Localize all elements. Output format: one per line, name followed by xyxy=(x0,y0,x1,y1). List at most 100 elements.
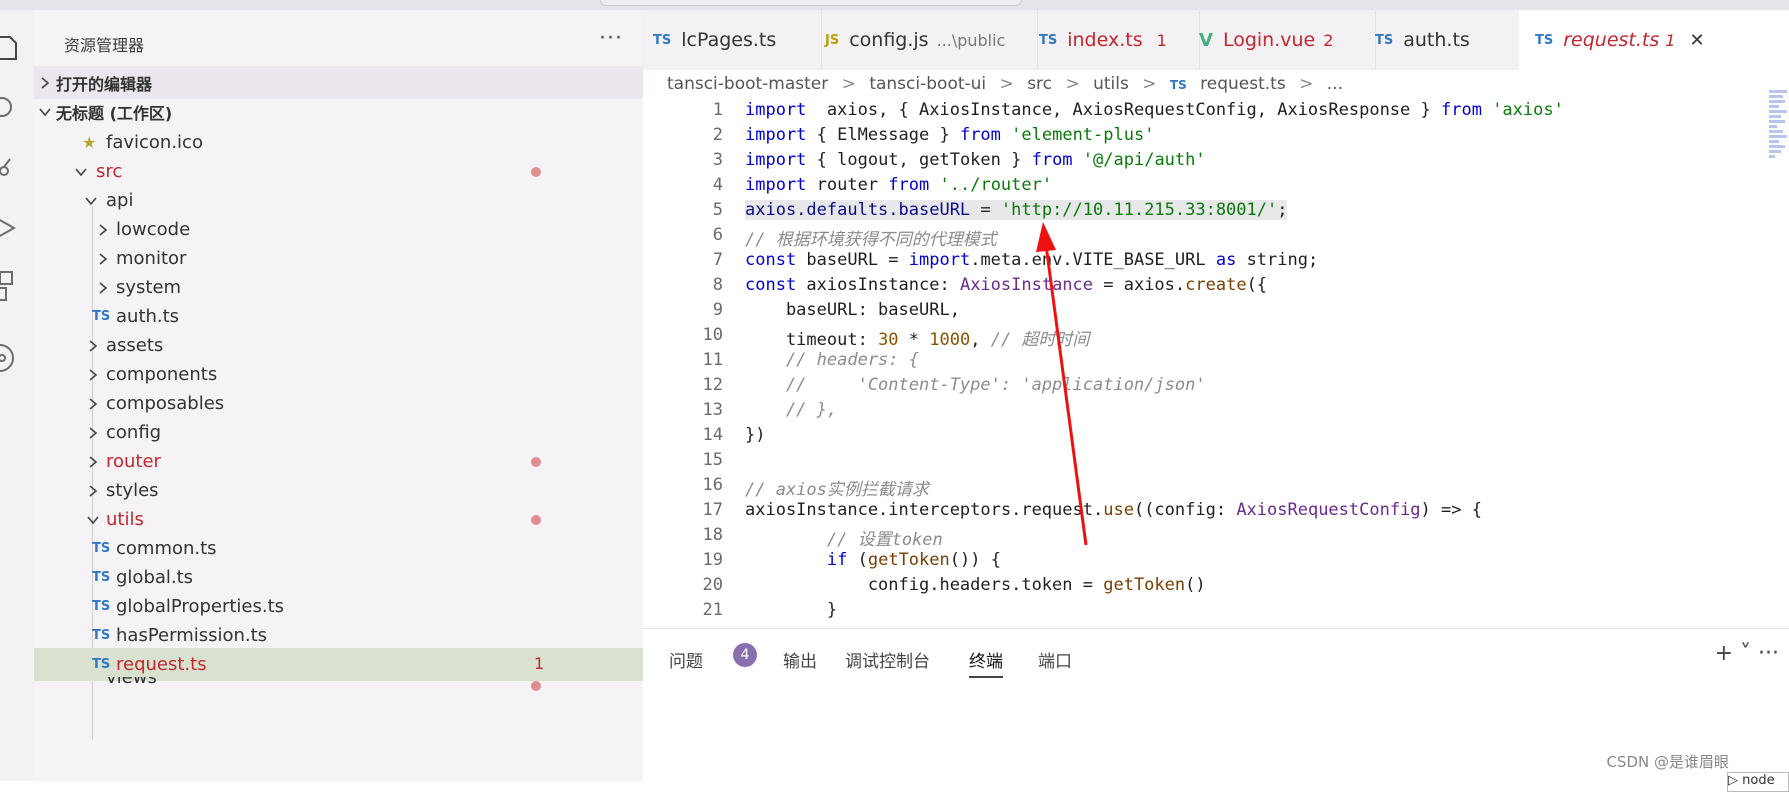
explorer-header: 资源管理器 ··· xyxy=(34,10,643,70)
code-line[interactable]: // 设置token xyxy=(745,525,943,550)
tree-item-views[interactable]: views xyxy=(34,677,643,691)
code-editor[interactable]: 1 2 3 4 5 6 7 8 9 10 11 12 13 14 15 16 1… xyxy=(643,100,1789,700)
tab-auth[interactable]: TS auth.ts xyxy=(1359,10,1536,70)
extensions-icon[interactable] xyxy=(0,270,34,306)
tree-item-label: views xyxy=(106,677,157,688)
code-line[interactable]: import axios, { AxiosInstance, AxiosRequ… xyxy=(745,100,1564,120)
code-line[interactable]: baseURL: baseURL, xyxy=(745,300,960,320)
tab-label: index.ts xyxy=(1067,29,1143,51)
tab-problem-count: 2 xyxy=(1323,30,1334,50)
chevron-right-icon xyxy=(89,427,98,439)
close-icon[interactable]: ✕ xyxy=(1689,30,1704,51)
code-line[interactable]: import { ElMessage } from 'element-plus' xyxy=(745,125,1154,145)
panel-actions[interactable]: + ˅ ··· xyxy=(1715,641,1779,666)
line-number: 6 xyxy=(712,225,723,245)
breadcrumb-item[interactable]: utils xyxy=(1093,74,1129,94)
code-line[interactable]: // }, xyxy=(745,400,837,420)
code-line[interactable]: // 根据环境获得不同的代理模式 xyxy=(745,225,997,250)
tree-item-label: monitor xyxy=(116,248,187,269)
code-line[interactable]: if (getToken()) { xyxy=(745,550,1001,570)
chevron-right-icon xyxy=(99,282,108,294)
tab-label: Login.vue xyxy=(1222,29,1316,51)
code-line[interactable]: timeout: 30 * 1000, // 超时时间 xyxy=(745,325,1089,350)
tab-config[interactable]: JS config.js ...\public xyxy=(811,10,1038,70)
tab-label: lcPages.ts xyxy=(681,29,777,51)
code-line[interactable]: import { logout, getToken } from '@/api/… xyxy=(745,150,1206,170)
code-line[interactable]: // headers: { xyxy=(745,350,919,370)
code-line[interactable]: import router from '../router' xyxy=(745,175,1052,195)
typescript-file-icon: TS xyxy=(92,541,111,556)
tab-debug-console[interactable]: 调试控制台 xyxy=(845,647,930,672)
open-editors-label: 打开的编辑器 xyxy=(56,74,153,94)
line-number: 21 xyxy=(702,600,723,620)
tab-lcpages[interactable]: TS lcPages.ts xyxy=(643,10,822,70)
problem-count: 1 xyxy=(534,654,545,673)
activity-bar xyxy=(0,10,35,781)
source-control-icon[interactable] xyxy=(0,150,34,186)
tab-request[interactable]: TS request.ts 1 ✕ xyxy=(1519,10,1789,70)
tree-item-label: globalProperties.ts xyxy=(116,596,285,617)
breadcrumb-item[interactable]: src xyxy=(1027,74,1052,94)
modified-dot xyxy=(531,681,541,691)
typescript-file-icon: TS xyxy=(92,628,111,643)
code-line[interactable]: // 'Content-Type': 'application/json' xyxy=(745,375,1206,395)
line-number: 3 xyxy=(712,150,723,170)
code-line[interactable]: }) xyxy=(745,425,765,445)
code-line[interactable]: const axiosInstance: AxiosInstance = axi… xyxy=(745,275,1267,295)
typescript-file-icon: TS xyxy=(92,599,111,614)
chevron-down-icon xyxy=(39,108,51,117)
modified-dot xyxy=(531,457,541,467)
line-number: 20 xyxy=(702,575,723,595)
tab-label: config.js xyxy=(849,29,929,51)
tab-ports[interactable]: 端口 xyxy=(1038,647,1072,672)
code-line[interactable]: axiosInstance.interceptors.request.use((… xyxy=(745,500,1482,520)
line-number: 19 xyxy=(702,550,723,570)
code-line[interactable]: } xyxy=(745,600,837,620)
chevron-right-icon xyxy=(89,456,98,468)
tab-description: ...\public xyxy=(936,30,1006,50)
code-line[interactable]: // axios实例拦截请求 xyxy=(745,475,929,500)
typescript-file-icon: TS xyxy=(1535,32,1554,48)
explorer-icon[interactable] xyxy=(0,30,34,66)
tab-terminal[interactable]: 终端 xyxy=(969,647,1003,678)
tab-problems[interactable]: 问题 xyxy=(669,647,703,672)
search-icon[interactable] xyxy=(0,90,34,126)
typescript-file-icon: TS xyxy=(653,32,672,48)
typescript-file-icon: TS xyxy=(92,657,111,672)
breadcrumb-separator: > xyxy=(1299,74,1314,94)
line-number: 12 xyxy=(702,375,723,395)
line-number: 15 xyxy=(702,450,723,470)
tree-item-label: favicon.ico xyxy=(106,132,203,153)
tree-item-label: styles xyxy=(106,480,159,501)
code-line[interactable]: const baseURL = import.meta.env.VITE_BAS… xyxy=(745,250,1318,270)
chevron-right-icon xyxy=(89,485,98,497)
chevron-right-icon xyxy=(89,340,98,352)
run-debug-icon[interactable] xyxy=(0,210,34,246)
breadcrumb-item[interactable]: request.ts xyxy=(1200,74,1286,94)
chevron-down-icon xyxy=(85,197,97,206)
breadcrumb-item[interactable]: tansci-boot-ui xyxy=(869,74,986,94)
javascript-file-icon: JS xyxy=(825,32,840,48)
title-bar xyxy=(0,0,1789,10)
breadcrumb: tansci-boot-master > tansci-boot-ui > sr… xyxy=(667,74,1351,94)
breadcrumb-separator: > xyxy=(999,74,1014,94)
remote-icon[interactable] xyxy=(0,340,34,376)
workspace-section[interactable]: 无标题 (工作区) xyxy=(34,95,643,128)
tree-item-label: composables xyxy=(106,393,225,414)
tab-problem-count: 1 xyxy=(1665,30,1676,50)
tab-label: auth.ts xyxy=(1403,29,1470,51)
terminal-instance-tab[interactable]: ▷ node xyxy=(1727,772,1789,792)
command-center[interactable] xyxy=(600,0,1022,6)
breadcrumb-item[interactable]: tansci-boot-master xyxy=(667,74,828,94)
tab-output[interactable]: 输出 xyxy=(783,647,817,672)
tree-item-label: common.ts xyxy=(116,538,217,559)
minimap[interactable] xyxy=(1769,88,1789,208)
code-line[interactable]: axios.defaults.baseURL = 'http://10.11.2… xyxy=(745,200,1288,220)
code-line[interactable]: config.headers.token = getToken() xyxy=(745,575,1206,595)
more-actions-icon[interactable]: ··· xyxy=(599,26,623,51)
line-number: 16 xyxy=(702,475,723,495)
breadcrumb-item[interactable]: ... xyxy=(1327,74,1343,94)
tab-login[interactable]: V Login.vue 2 xyxy=(1183,10,1376,70)
tab-index[interactable]: TS index.ts 1 xyxy=(1023,10,1200,70)
typescript-file-icon: TS xyxy=(1039,32,1058,48)
